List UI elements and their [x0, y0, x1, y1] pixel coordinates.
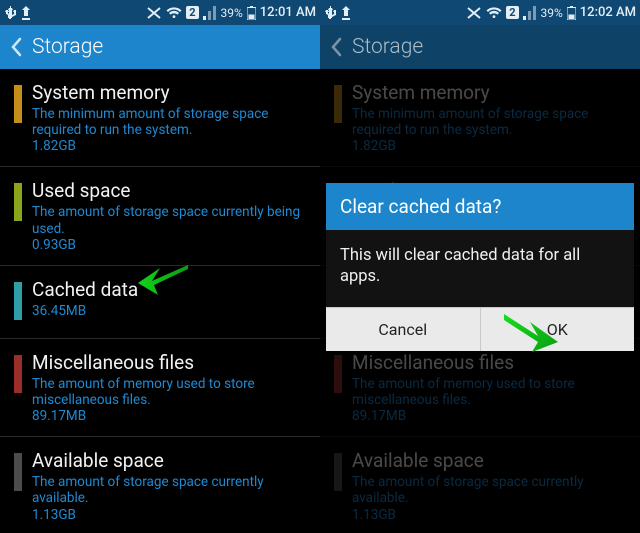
action-bar-dimmed: Storage [320, 25, 640, 69]
item-desc: The amount of memory used to store misce… [32, 376, 306, 408]
item-size: 36.45MB [32, 303, 306, 319]
swatch-avail [14, 453, 22, 491]
battery-icon [567, 6, 576, 20]
status-bar: 2 39% 12:02 AM [320, 0, 640, 25]
item-desc: The amount of storage space currently av… [32, 474, 306, 506]
item-title: Available space [32, 449, 306, 472]
item-size: 89.17MB [32, 408, 306, 424]
item-desc: The minimum amount of storage space requ… [32, 106, 306, 138]
clear-cache-dialog: Clear cached data? This will clear cache… [326, 183, 634, 351]
action-bar[interactable]: Storage [0, 25, 320, 69]
cancel-button[interactable]: Cancel [326, 307, 481, 351]
battery-pct: 39% [541, 6, 563, 20]
wifi-icon [166, 6, 182, 20]
swatch-system [14, 85, 22, 123]
swatch-used [14, 183, 22, 221]
wifi-icon [486, 6, 502, 20]
usb-icon [4, 6, 16, 20]
dialog-body: This will clear cached data for all apps… [326, 230, 634, 307]
battery-pct: 39% [221, 6, 243, 20]
item-available-space[interactable]: Available space The amount of storage sp… [0, 437, 320, 533]
signal-icon [203, 6, 217, 20]
item-cached-data[interactable]: Cached data 36.45MB [0, 266, 320, 339]
item-size: 1.82GB [32, 138, 306, 154]
item-size: 1.13GB [32, 507, 306, 523]
upload-icon [20, 6, 32, 20]
back-icon [330, 37, 342, 57]
status-bar: 2 39% 12:01 AM [0, 0, 320, 25]
sim-badge: 2 [506, 6, 518, 19]
status-time: 12:01 AM [260, 5, 316, 20]
action-bar-title: Storage [352, 35, 423, 59]
item-size: 0.93GB [32, 237, 306, 253]
back-icon[interactable] [10, 37, 22, 57]
status-time: 12:02 AM [580, 5, 636, 20]
item-title: System memory [32, 81, 306, 104]
upload-icon [340, 6, 352, 20]
item-desc: The amount of storage space currently be… [32, 204, 306, 236]
item-system-memory[interactable]: System memory The minimum amount of stor… [0, 69, 320, 167]
no-signal-icon [146, 6, 162, 20]
storage-list[interactable]: System memory The minimum amount of stor… [0, 69, 320, 533]
item-title: Used space [32, 179, 306, 202]
dialog-button-bar: Cancel OK [326, 307, 634, 351]
phone-left: 2 39% 12:01 AM Storage System memory Th [0, 0, 320, 533]
item-title: Miscellaneous files [32, 351, 306, 374]
swatch-misc [14, 355, 22, 393]
signal-icon [523, 6, 537, 20]
swatch-cached [14, 282, 22, 320]
battery-icon [247, 6, 256, 20]
item-misc-files[interactable]: Miscellaneous files The amount of memory… [0, 339, 320, 437]
sim-badge: 2 [186, 6, 198, 19]
action-bar-title: Storage [32, 35, 103, 59]
no-signal-icon [466, 6, 482, 20]
dialog-title: Clear cached data? [326, 183, 634, 230]
ok-button[interactable]: OK [481, 307, 635, 351]
phone-right: 2 39% 12:02 AM Storage System memory The… [320, 0, 640, 533]
item-title: Cached data [32, 278, 306, 301]
usb-icon [324, 6, 336, 20]
item-used-space[interactable]: Used space The amount of storage space c… [0, 167, 320, 265]
